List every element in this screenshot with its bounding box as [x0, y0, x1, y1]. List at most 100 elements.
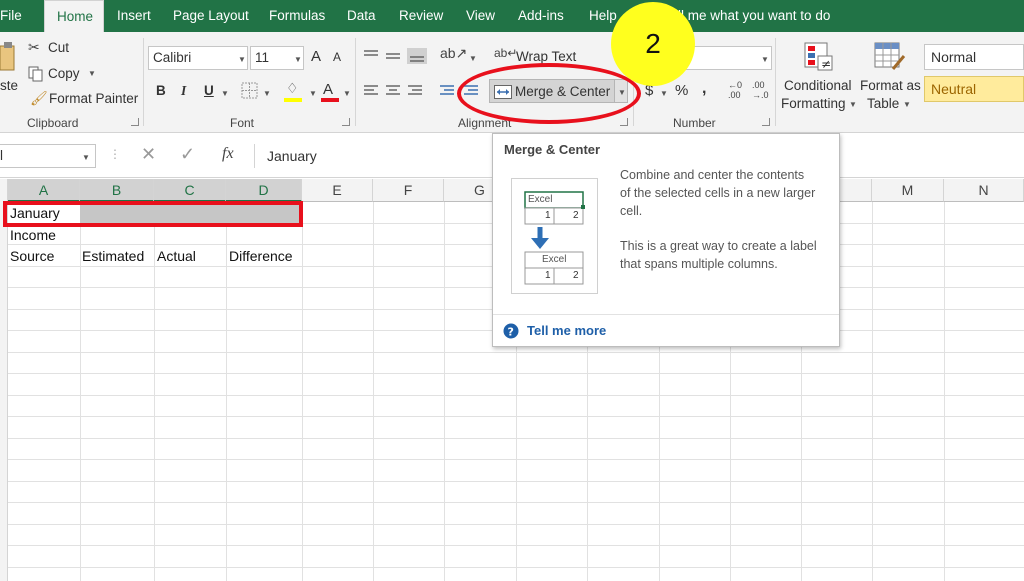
conditional-formatting-icon: ≠ [804, 42, 833, 71]
drag-handle-icon[interactable]: ⋮ [109, 147, 121, 161]
column-header-f[interactable]: F [373, 179, 444, 202]
group-divider [143, 38, 144, 126]
column-header-d[interactable]: D [226, 179, 302, 202]
merge-center-tooltip: Merge & Center Excel 1 2 Excel 1 2 Combi… [492, 133, 840, 347]
font-name-box[interactable]: Calibri ▼ [148, 46, 248, 70]
illustration-label-top: Excel [528, 194, 553, 205]
fill-color-button[interactable]: ♢ [284, 80, 308, 104]
paste-button[interactable]: ste [0, 36, 22, 106]
style-neutral[interactable]: Neutral [924, 76, 1024, 102]
underline-button[interactable]: U [204, 83, 214, 98]
enter-check-icon[interactable]: ✓ [180, 144, 195, 165]
font-size-box[interactable]: 11 ▼ [250, 46, 304, 70]
gridline [8, 481, 1024, 482]
font-size-value: 11 [255, 50, 270, 65]
chevron-down-icon: ▼ [660, 89, 668, 98]
borders-icon[interactable] [241, 82, 259, 100]
scissors-icon: ✂ [28, 39, 40, 55]
svg-text:?: ? [508, 326, 514, 339]
cell-a3[interactable]: Source [10, 248, 54, 264]
fill-color-swatch [284, 98, 302, 102]
tooltip-desc-line: cell. [620, 204, 643, 218]
tab-view[interactable]: View [466, 0, 495, 32]
tab-help[interactable]: Help [589, 0, 617, 32]
number-launcher[interactable] [762, 118, 770, 126]
tooltip-title: Merge & Center [504, 142, 601, 157]
shrink-font-button[interactable]: A [333, 50, 341, 64]
italic-button[interactable]: I [181, 83, 186, 99]
grow-font-button[interactable]: A [311, 48, 321, 65]
gridline [8, 395, 1024, 396]
insert-function-button[interactable]: fx [222, 145, 234, 163]
column-header-n[interactable]: N [944, 179, 1024, 202]
font-launcher[interactable] [342, 118, 350, 126]
tab-formulas[interactable]: Formulas [269, 0, 325, 32]
conditional-formatting-label-1: Conditional [784, 78, 852, 93]
decrease-decimal-icon[interactable]: .00 →.0 [752, 80, 769, 100]
increase-decimal-icon[interactable]: ←0.00 [728, 80, 742, 100]
column-header-b[interactable]: B [80, 179, 154, 202]
format-as-table-label-1: Format as [860, 78, 921, 93]
group-label-clipboard: Clipboard [27, 116, 79, 130]
help-icon: ? [503, 323, 519, 339]
chevron-down-icon: ▼ [849, 100, 857, 109]
cut-button[interactable]: ✂ Cut [28, 39, 88, 59]
tab-file[interactable]: File [0, 0, 22, 32]
tell-me-search[interactable]: ll me what you want to do [678, 0, 830, 32]
merge-illustration [511, 178, 598, 294]
group-label-number: Number [673, 116, 716, 130]
cell-d3[interactable]: Difference [229, 248, 293, 264]
format-as-table-button[interactable]: Format as Table ▼ [858, 38, 922, 114]
tab-page-layout[interactable]: Page Layout [173, 0, 249, 32]
illustration-cell-1-bottom: 1 [545, 270, 551, 281]
tab-data[interactable]: Data [347, 0, 376, 32]
style-normal[interactable]: Normal [924, 44, 1024, 70]
row-header-column [0, 179, 8, 581]
column-header-e[interactable]: E [302, 179, 373, 202]
percent-button[interactable]: % [675, 82, 688, 99]
chevron-down-icon: ▼ [82, 153, 90, 162]
font-color-button[interactable]: A [321, 80, 343, 104]
alignment-launcher[interactable] [620, 118, 628, 126]
name-box[interactable]: l ▼ [0, 144, 96, 168]
orientation-icon[interactable]: ab↗ [440, 45, 467, 62]
conditional-formatting-button[interactable]: ≠ Conditional Formatting ▼ [780, 38, 858, 114]
cancel-icon[interactable]: ✕ [141, 144, 156, 165]
column-header-m[interactable]: M [872, 179, 944, 202]
chevron-down-icon: ▼ [263, 89, 271, 98]
column-header-c[interactable]: C [154, 179, 226, 202]
copy-button[interactable]: Copy ▼ [28, 65, 108, 85]
illustration-cell-2-top: 2 [573, 210, 579, 221]
chevron-down-icon: ▼ [294, 55, 302, 64]
cell-c3[interactable]: Actual [157, 248, 196, 264]
comma-style-button[interactable]: , [702, 80, 706, 98]
gridline [8, 459, 1024, 460]
wrap-text-icon: ab↵ [494, 46, 518, 60]
cell-b3[interactable]: Estimated [82, 248, 144, 264]
vertical-align-icons[interactable] [362, 48, 428, 64]
cell-a2[interactable]: Income [10, 227, 56, 243]
tab-insert[interactable]: Insert [117, 0, 151, 32]
tell-me-more-link[interactable]: ? Tell me more [503, 322, 633, 342]
chevron-down-icon: ▼ [309, 89, 317, 98]
ribbon-tab-bar: File Home Insert Page Layout Formulas Da… [0, 0, 1024, 32]
format-painter-button[interactable]: 🖌 Format Painter [28, 90, 140, 110]
paste-icon [0, 42, 15, 71]
column-header-a[interactable]: A [8, 179, 80, 202]
formula-input-value: January [267, 148, 317, 164]
illustration-label-bottom: Excel [542, 254, 567, 265]
format-as-table-label-2: Table [867, 96, 900, 111]
wrap-text-label: Wrap Text [516, 49, 577, 64]
font-color-swatch [321, 98, 339, 102]
tab-home[interactable]: Home [44, 0, 104, 32]
gridline [8, 352, 1024, 353]
gridline [8, 416, 1024, 417]
format-as-table-icon [874, 42, 906, 70]
tooltip-desc-line: This is a great way to create a label [620, 239, 817, 253]
tab-addins[interactable]: Add-ins [518, 0, 564, 32]
paint-bucket-icon: ♢ [286, 80, 299, 96]
clipboard-launcher[interactable] [131, 118, 139, 126]
bold-button[interactable]: B [156, 83, 166, 98]
tab-review[interactable]: Review [399, 0, 443, 32]
tooltip-desc-line: that spans multiple columns. [620, 257, 778, 271]
